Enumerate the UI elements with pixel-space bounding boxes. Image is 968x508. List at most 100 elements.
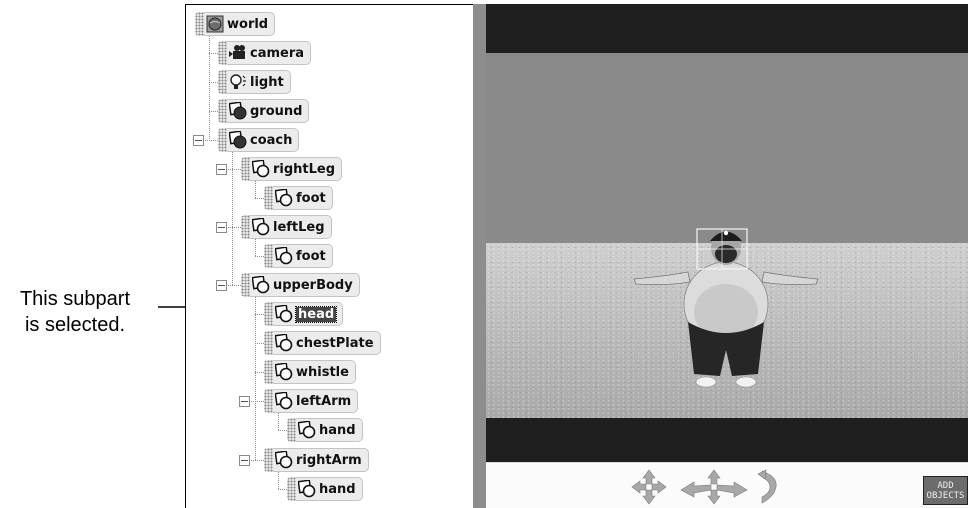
tree-connector: [255, 372, 264, 373]
tree-node-chestplate[interactable]: chestPlate: [264, 331, 381, 355]
tree-connector: [209, 111, 218, 112]
tree-node-leftarm[interactable]: leftArm: [264, 389, 359, 413]
tree-node-rightleg[interactable]: rightLeg: [241, 157, 343, 181]
object-icon: [275, 247, 293, 265]
drag-grip[interactable]: [264, 186, 273, 210]
drag-grip[interactable]: [218, 70, 227, 94]
object-icon: [275, 305, 293, 323]
object-icon: [275, 189, 293, 207]
drag-grip[interactable]: [264, 302, 273, 326]
drag-grip[interactable]: [287, 477, 296, 501]
tree-node-whistle[interactable]: whistle: [264, 360, 356, 384]
tree-connector: [278, 471, 279, 489]
drag-grip[interactable]: [287, 418, 296, 442]
drag-grip[interactable]: [195, 12, 204, 36]
collapse-toggle-upperbody[interactable]: [216, 280, 227, 291]
tree-connector: [226, 227, 241, 228]
object-icon: [275, 451, 293, 469]
tree-connector: [232, 151, 233, 285]
drag-grip[interactable]: [264, 244, 273, 268]
tree-node-leftleg[interactable]: leftLeg: [241, 215, 332, 239]
node-label: hand: [319, 481, 356, 497]
tree-connector: [249, 401, 264, 402]
node-label: world: [227, 16, 269, 32]
node-label: upperBody: [273, 277, 353, 293]
tree-connector: [255, 256, 264, 257]
tree-node-camera[interactable]: camera: [218, 41, 312, 65]
object-icon: [252, 218, 270, 236]
object-icon: [275, 334, 293, 352]
collapse-toggle-coach[interactable]: [193, 135, 204, 146]
annotation-line-2: is selected.: [24, 314, 126, 336]
annotation-callout: This subpart is selected.: [0, 286, 150, 338]
tree-node-leftarm-hand[interactable]: hand: [287, 418, 363, 442]
add-objects-label-2: OBJECTS: [926, 491, 965, 501]
object-icon: [229, 102, 247, 120]
letterbox-bottom: [486, 418, 968, 462]
node-label: ground: [250, 103, 303, 119]
object-icon: [229, 131, 247, 149]
tree-connector: [203, 140, 218, 141]
collapse-toggle-leftleg[interactable]: [216, 222, 227, 233]
sky: [486, 53, 968, 243]
tree-connector: [226, 169, 241, 170]
tree-node-head[interactable]: head: [264, 302, 344, 326]
tree-node-coach[interactable]: coach: [218, 128, 300, 152]
tree-connector: [278, 412, 279, 430]
world-view[interactable]: [486, 4, 968, 462]
drag-grip[interactable]: [218, 41, 227, 65]
tree-node-ground[interactable]: ground: [218, 99, 310, 123]
camera-icon: [229, 45, 245, 59]
add-objects-label-1: ADD: [937, 481, 954, 491]
collapse-toggle-rightarm[interactable]: [239, 455, 250, 466]
coach-character[interactable]: [626, 224, 826, 399]
node-label: camera: [250, 45, 305, 61]
drag-grip[interactable]: [264, 448, 273, 472]
tree-connector: [278, 489, 287, 490]
object-icon: [252, 276, 270, 294]
node-label: foot: [296, 248, 326, 264]
tree-node-upperbody[interactable]: upperBody: [241, 273, 360, 297]
tree-node-rightarm[interactable]: rightArm: [264, 448, 369, 472]
tree-connector: [255, 180, 256, 198]
drag-grip[interactable]: [241, 157, 250, 181]
drag-grip[interactable]: [218, 99, 227, 123]
object-icon: [275, 363, 293, 381]
tree-connector: [209, 53, 218, 54]
object-icon: [275, 392, 293, 410]
drag-grip[interactable]: [264, 360, 273, 384]
tree-connector: [209, 33, 210, 141]
tree-node-rightarm-hand[interactable]: hand: [287, 477, 363, 501]
tree-node-world[interactable]: world: [195, 12, 276, 36]
drag-grip[interactable]: [241, 215, 250, 239]
light-bulb-icon: [230, 74, 246, 89]
object-icon: [252, 160, 270, 178]
tree-connector: [255, 314, 264, 315]
tree-node-rightleg-foot[interactable]: foot: [264, 186, 333, 210]
tree-connector: [249, 460, 264, 461]
tree-connector: [226, 285, 241, 286]
node-label: coach: [250, 132, 293, 148]
turn-icon[interactable]: [756, 469, 782, 505]
collapse-toggle-leftarm[interactable]: [239, 396, 250, 407]
node-label: light: [250, 74, 284, 90]
tree-node-leftleg-foot[interactable]: foot: [264, 244, 333, 268]
move-arrows-icon[interactable]: [631, 469, 667, 505]
object-icon: [298, 421, 316, 439]
node-label: rightLeg: [273, 161, 336, 177]
collapse-toggle-rightleg[interactable]: [216, 164, 227, 175]
drag-grip[interactable]: [241, 273, 250, 297]
tree-connector: [255, 238, 256, 256]
node-label: foot: [296, 190, 326, 206]
drag-grip[interactable]: [264, 331, 273, 355]
annotation-line-1: This subpart: [19, 288, 131, 310]
drag-grip[interactable]: [218, 128, 227, 152]
tree-node-light[interactable]: light: [218, 70, 291, 94]
drag-grip[interactable]: [264, 389, 273, 413]
move-horizontal-arrows-icon[interactable]: [680, 469, 748, 505]
tree-connector: [255, 198, 264, 199]
panel-splitter[interactable]: [473, 4, 486, 508]
add-objects-button[interactable]: ADD OBJECTS: [923, 476, 968, 505]
tree-connector: [255, 343, 264, 344]
node-label: leftArm: [296, 393, 352, 409]
